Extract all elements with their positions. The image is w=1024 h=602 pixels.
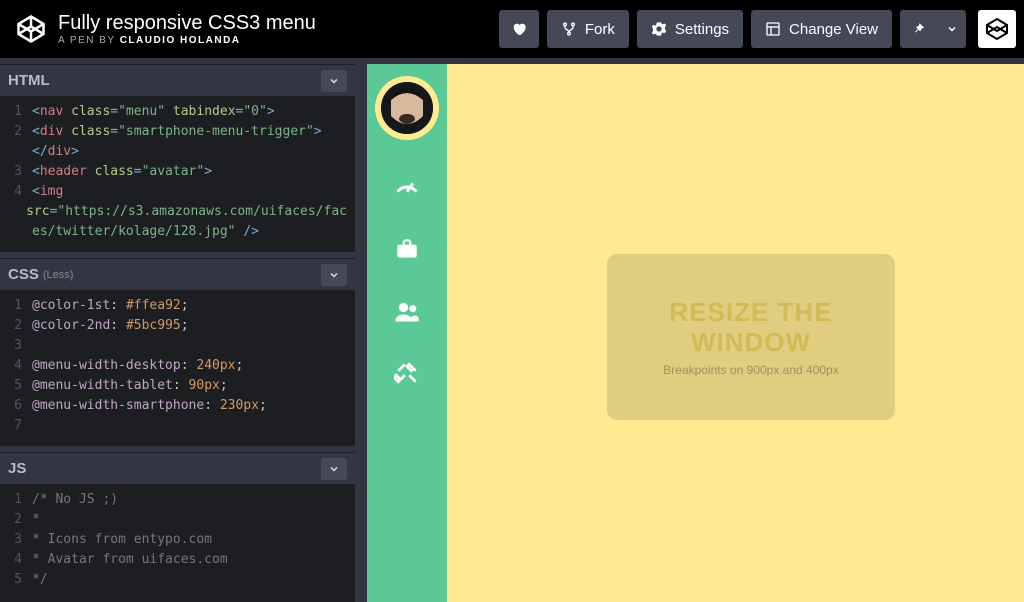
collapse-css[interactable]: [321, 264, 347, 286]
tools-icon: [394, 360, 420, 386]
chevron-down-icon: [328, 75, 340, 87]
chevron-down-icon: [946, 23, 958, 35]
collapse-js[interactable]: [321, 458, 347, 480]
editors-column: HTML 1<nav class="menu" tabindex="0">2 <…: [0, 58, 355, 602]
pin-group: [900, 10, 966, 48]
resize-card: RESIZE THE WINDOW Breakpoints on 900px a…: [607, 254, 895, 420]
settings-button[interactable]: Settings: [637, 10, 743, 48]
codepen-logo-small: [985, 17, 1009, 41]
change-view-label: Change View: [789, 21, 878, 38]
avatar[interactable]: [375, 76, 439, 140]
chevron-down-icon: [328, 269, 340, 281]
lang-label-js: JS: [8, 460, 26, 477]
editor-header-js[interactable]: JS: [0, 452, 355, 484]
preview-pane: RESIZE THE WINDOW Breakpoints on 900px a…: [355, 58, 1024, 602]
editor-header-html[interactable]: HTML: [0, 64, 355, 96]
resize-sub: Breakpoints on 900px and 400px: [661, 363, 841, 377]
pen-author[interactable]: Claudio Holanda: [120, 35, 241, 46]
byline-prefix: A PEN BY: [58, 35, 120, 46]
briefcase-icon: [394, 236, 420, 262]
users-icon-item[interactable]: [392, 296, 422, 326]
gauge-icon: [393, 173, 421, 201]
avatar-face-icon: [381, 82, 433, 134]
title-block: Fully responsive CSS3 menu A PEN BY Clau…: [58, 12, 499, 46]
heart-icon: [511, 21, 527, 37]
codepen-logo[interactable]: [12, 10, 50, 48]
pin-button[interactable]: [900, 10, 938, 48]
briefcase-icon-item[interactable]: [392, 234, 422, 264]
code-js[interactable]: 1/* No JS ;)2 *3 * Icons from entypo.com…: [0, 484, 355, 600]
layout-icon: [765, 21, 781, 37]
collapse-html[interactable]: [321, 70, 347, 92]
lang-paren-css: (Less): [43, 269, 74, 281]
chevron-down-icon: [328, 463, 340, 475]
lang-label-css: CSS: [8, 266, 39, 283]
change-view-button[interactable]: Change View: [751, 10, 892, 48]
lang-label-html: HTML: [8, 72, 50, 89]
settings-label: Settings: [675, 21, 729, 38]
fork-button[interactable]: Fork: [547, 10, 629, 48]
gear-icon: [651, 21, 667, 37]
user-avatar[interactable]: [978, 10, 1016, 48]
tools-icon-item[interactable]: [392, 358, 422, 388]
pin-icon: [912, 22, 926, 36]
preview-sidebar: [367, 64, 447, 602]
fork-label: Fork: [585, 21, 615, 38]
workspace: HTML 1<nav class="menu" tabindex="0">2 <…: [0, 58, 1024, 602]
fork-icon: [561, 21, 577, 37]
gauge-icon-item[interactable]: [392, 172, 422, 202]
topbar: Fully responsive CSS3 menu A PEN BY Clau…: [0, 0, 1024, 58]
like-button[interactable]: [499, 10, 539, 48]
top-buttons: Fork Settings Change View: [499, 10, 1016, 48]
pen-title: Fully responsive CSS3 menu: [58, 12, 499, 35]
users-icon: [393, 297, 421, 325]
code-html[interactable]: 1<nav class="menu" tabindex="0">2 <div c…: [0, 96, 355, 252]
pen-byline: A PEN BY Claudio Holanda: [58, 35, 499, 46]
editor-header-css[interactable]: CSS (Less): [0, 258, 355, 290]
resize-title: RESIZE THE WINDOW: [669, 297, 832, 357]
code-css[interactable]: 1@color-1st: #ffea92;2@color-2nd: #5bc99…: [0, 290, 355, 446]
pin-dropdown-button[interactable]: [938, 10, 966, 48]
